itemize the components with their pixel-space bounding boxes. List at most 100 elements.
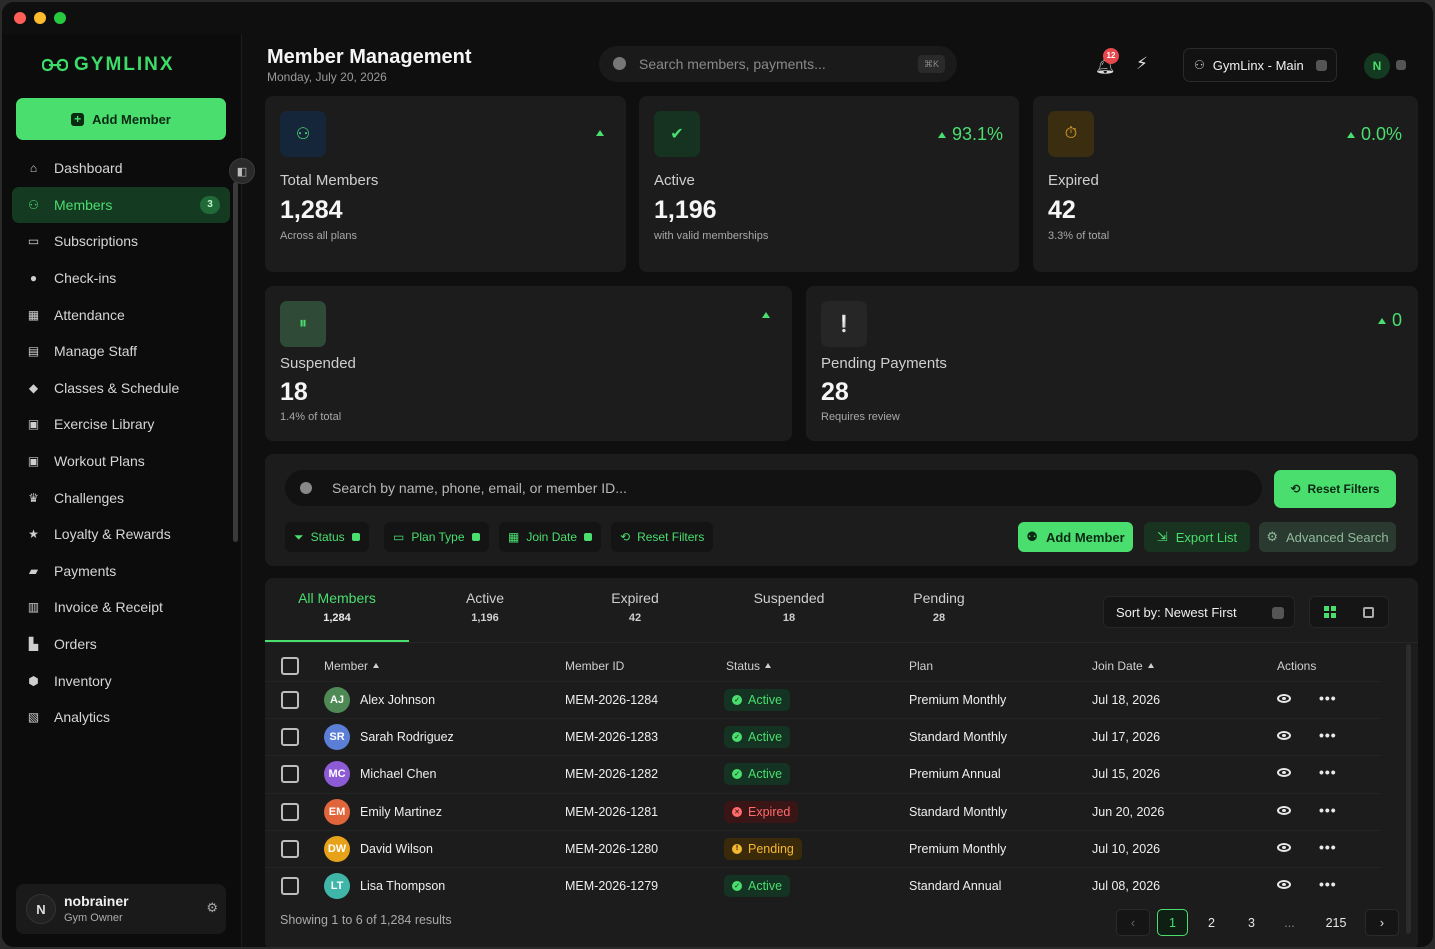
- member-name[interactable]: Sarah Rodriguez: [360, 730, 454, 744]
- row-checkbox[interactable]: [281, 728, 299, 747]
- tab-suspended[interactable]: Suspended 18: [717, 590, 861, 624]
- page-button-1[interactable]: 1: [1157, 909, 1188, 936]
- stat-card-pending-payments: ❕ 0 Pending Payments 28 Requires review: [806, 286, 1418, 441]
- tab-pending[interactable]: Pending 28: [867, 590, 1011, 624]
- row-checkbox[interactable]: [281, 765, 299, 784]
- sidebar-scrollbar[interactable]: [233, 182, 238, 542]
- sidebar-item-exercise-library[interactable]: ▣ Exercise Library: [12, 406, 230, 443]
- list-view-button[interactable]: [1349, 597, 1388, 627]
- more-icon[interactable]: •••: [1319, 690, 1337, 706]
- minimize-window-button[interactable]: [34, 12, 46, 24]
- avatar[interactable]: N: [1364, 53, 1390, 79]
- column-header-join-date[interactable]: Join Date: [1092, 659, 1154, 673]
- avatar: EM: [324, 798, 350, 825]
- sidebar-item-attendance[interactable]: ▦ Attendance: [12, 296, 230, 333]
- eye-icon[interactable]: [1277, 805, 1291, 815]
- add-member-button[interactable]: ⚉ Add Member: [1018, 522, 1133, 552]
- sidebar-item-invoice[interactable]: ▥ Invoice & Receipt: [12, 589, 230, 626]
- row-checkbox[interactable]: [281, 839, 299, 858]
- sidebar-collapse-button[interactable]: ◧: [229, 158, 255, 184]
- sidebar-item-label: Classes & Schedule: [54, 379, 180, 396]
- row-checkbox[interactable]: [281, 802, 299, 821]
- more-icon[interactable]: •••: [1319, 802, 1337, 818]
- advanced-search-button[interactable]: ⚙ Advanced Search: [1259, 522, 1396, 552]
- sidebar-item-classes[interactable]: ◆ Classes & Schedule: [12, 370, 230, 407]
- gear-icon[interactable]: ⚙: [206, 900, 218, 916]
- box-icon: ⬢: [28, 673, 39, 688]
- table-row[interactable]: SR Sarah Rodriguez MEM-2026-1283 ✓ Active Sta…: [265, 718, 1381, 755]
- table-row[interactable]: AJ Alex Johnson MEM-2026-1284 ✓ Active Premiu…: [265, 681, 1381, 718]
- more-icon[interactable]: •••: [1319, 727, 1337, 743]
- table-row[interactable]: MC Michael Chen MEM-2026-1282 ✓ Active Premiu…: [265, 755, 1381, 792]
- table-row[interactable]: DW David Wilson MEM-2026-1280! Pending Premi…: [265, 829, 1381, 867]
- table-row[interactable]: EM Emily Martinez MEM-2026-1281 ✕ Expired Sta…: [265, 792, 1381, 830]
- global-search-input[interactable]: Search members, payments... ⌘K: [599, 46, 957, 82]
- member-name[interactable]: David Wilson: [360, 842, 433, 856]
- column-header-status[interactable]: Status: [726, 659, 772, 673]
- close-window-button[interactable]: [14, 12, 26, 24]
- user-profile-card[interactable]: N nobrainer Gym Owner ⚙: [16, 884, 226, 934]
- table-scrollbar[interactable]: [1406, 644, 1411, 934]
- sidebar-item-payments[interactable]: ▰ Payments: [12, 553, 230, 590]
- page-button-last[interactable]: 215: [1316, 909, 1356, 936]
- sidebar-item-inventory[interactable]: ⬢ Inventory: [12, 662, 230, 699]
- sort-select[interactable]: Sort by: Newest First: [1103, 596, 1295, 628]
- member-name[interactable]: Alex Johnson: [360, 693, 435, 707]
- stat-card-suspended: ⏸︎ Suspended 18 1.4% of total: [265, 286, 792, 441]
- next-page-button[interactable]: ›: [1365, 909, 1399, 936]
- sidebar-add-member-button[interactable]: + Add Member: [16, 98, 226, 140]
- eye-icon[interactable]: [1277, 768, 1291, 778]
- grid-icon: [1323, 606, 1336, 618]
- sidebar-item-orders[interactable]: ▙ Orders: [12, 626, 230, 663]
- filter-chip-status[interactable]: ⏷ Status: [285, 522, 369, 552]
- row-checkbox[interactable]: [281, 877, 299, 895]
- column-header-member[interactable]: Member: [324, 659, 380, 673]
- page-button-2[interactable]: 2: [1196, 909, 1227, 936]
- grid-view-button[interactable]: [1310, 597, 1349, 627]
- more-icon[interactable]: •••: [1319, 764, 1337, 780]
- sidebar-item-dashboard[interactable]: ⌂ Dashboard: [12, 150, 230, 187]
- tab-all-members[interactable]: All Members 1,284: [265, 590, 409, 624]
- workspace-selector[interactable]: ⚇ GymLinx - Main: [1183, 48, 1337, 82]
- export-list-button[interactable]: ⇲ Export List: [1144, 522, 1250, 552]
- filter-chip-plan-type[interactable]: ▭ Plan Type: [384, 522, 489, 552]
- filter-chip-join-date[interactable]: ▦ Join Date: [499, 522, 602, 552]
- eye-icon[interactable]: [1277, 731, 1291, 741]
- sidebar-item-label: Payments: [54, 562, 117, 579]
- column-header-plan: Plan: [909, 659, 933, 673]
- page-button-3[interactable]: 3: [1236, 909, 1267, 936]
- more-icon[interactable]: •••: [1319, 839, 1337, 855]
- table-row[interactable]: LT Lisa Thompson MEM-2026-1279 ✓ Active Stand…: [265, 867, 1381, 904]
- member-name[interactable]: Emily Martinez: [360, 805, 442, 819]
- member-search-input[interactable]: Search by name, phone, email, or member …: [285, 470, 1262, 506]
- eye-icon[interactable]: [1277, 880, 1291, 889]
- more-icon[interactable]: •••: [1319, 876, 1337, 892]
- reset-filters-chip[interactable]: ⟲ Reset Filters: [611, 522, 714, 552]
- sidebar-item-manage-staff[interactable]: ▤ Manage Staff: [12, 333, 230, 370]
- member-name[interactable]: Lisa Thompson: [360, 879, 445, 893]
- sidebar-item-analytics[interactable]: ▧ Analytics: [12, 699, 230, 736]
- sidebar-toggle-icon: ◧: [236, 165, 248, 178]
- sidebar-item-members[interactable]: ⚇ Members 3: [12, 186, 230, 224]
- sidebar-item-challenges[interactable]: ♛ Challenges: [12, 479, 230, 516]
- trend-value: 0.0%: [1360, 124, 1402, 144]
- filter-panel: Search by name, phone, email, or member …: [265, 454, 1418, 566]
- chevron-down-icon[interactable]: [1396, 60, 1406, 70]
- sidebar-item-check-ins[interactable]: ● Check-ins: [12, 260, 230, 297]
- sidebar-item-workout-plans[interactable]: ▣ Workout Plans: [12, 443, 230, 480]
- maximize-window-button[interactable]: [54, 12, 66, 24]
- tab-expired[interactable]: Expired 42: [563, 590, 707, 624]
- title-bar: [2, 2, 1433, 34]
- bolt-icon[interactable]: ⚡︎: [1136, 54, 1148, 74]
- sidebar-item-subscriptions[interactable]: ▭ Subscriptions: [12, 223, 230, 260]
- eye-icon[interactable]: [1277, 842, 1291, 852]
- member-name[interactable]: Michael Chen: [360, 767, 436, 781]
- row-checkbox[interactable]: [281, 691, 299, 709]
- tab-active[interactable]: Active 1,196: [413, 590, 557, 624]
- user-role: Gym Owner: [64, 912, 123, 924]
- prev-page-button[interactable]: ‹: [1116, 909, 1150, 936]
- eye-icon[interactable]: [1277, 694, 1291, 703]
- sidebar-item-loyalty[interactable]: ★ Loyalty & Rewards: [12, 516, 230, 553]
- reset-filters-primary-button[interactable]: ⟲ Reset Filters: [1274, 470, 1396, 508]
- select-all-checkbox[interactable]: [281, 657, 299, 675]
